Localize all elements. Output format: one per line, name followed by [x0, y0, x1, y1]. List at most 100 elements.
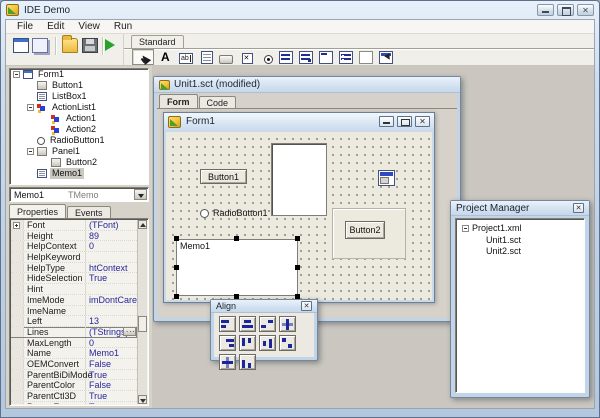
main-titlebar[interactable]: IDE Demo — [1, 1, 599, 19]
property-value[interactable]: 0 — [89, 241, 94, 252]
property-value[interactable]: Memo1 — [89, 348, 119, 359]
property-value[interactable]: htContext — [89, 263, 128, 274]
combo-dropdown-icon[interactable] — [134, 189, 147, 200]
palette-tool[interactable] — [178, 49, 194, 65]
property-value[interactable]: True — [89, 402, 107, 404]
project-tree-item[interactable]: Unit1.sct — [458, 235, 584, 247]
palette-tool[interactable] — [278, 49, 294, 65]
align-button[interactable] — [219, 316, 236, 332]
tree-item[interactable]: ListBox1 — [10, 91, 148, 102]
selection-handle[interactable] — [174, 236, 179, 241]
property-row[interactable]: Lines (TStrings) — [11, 327, 137, 338]
property-row[interactable]: HelpContext 0 — [11, 241, 137, 252]
view-forms-icon[interactable] — [32, 38, 48, 53]
align-button[interactable] — [279, 335, 296, 351]
menu-item[interactable]: View — [71, 20, 107, 33]
align-button[interactable] — [239, 335, 256, 351]
property-value[interactable]: False — [89, 380, 111, 391]
property-grid-scrollbar[interactable] — [137, 220, 147, 404]
designed-memo1[interactable]: Memo1 — [176, 239, 298, 296]
palette-tool[interactable] — [238, 49, 254, 65]
property-row[interactable]: Font (TFont) — [11, 220, 137, 231]
palette-tool[interactable] — [218, 49, 234, 65]
selection-handle[interactable] — [295, 236, 300, 241]
project-expander-icon[interactable] — [462, 225, 469, 232]
property-value[interactable]: (TFont) — [89, 220, 119, 231]
unit-tab[interactable]: Form — [159, 94, 198, 109]
align-button[interactable] — [239, 316, 256, 332]
property-row[interactable]: Name Memo1 — [11, 348, 137, 359]
property-value[interactable]: True — [89, 370, 107, 381]
project-manager-close-icon[interactable] — [573, 203, 584, 213]
tree-item[interactable]: Form1 — [10, 69, 148, 80]
property-expand-icon[interactable] — [13, 222, 20, 229]
property-row[interactable]: ImeMode imDontCare — [11, 295, 137, 306]
property-value[interactable]: False — [89, 359, 111, 370]
palette-tab-standard[interactable]: Standard — [131, 35, 184, 49]
form-titlebar[interactable]: Form1 — [164, 113, 434, 130]
palette-tool[interactable] — [338, 49, 354, 65]
menu-item[interactable]: File — [10, 20, 40, 33]
project-tree-item[interactable]: Project1.xml — [458, 223, 584, 235]
property-row[interactable]: OEMConvert False — [11, 359, 137, 370]
property-row[interactable]: ParentColor False — [11, 380, 137, 391]
new-form-icon[interactable] — [13, 38, 29, 53]
tree-item[interactable]: Button1 — [10, 80, 148, 91]
palette-tool[interactable] — [158, 49, 174, 65]
tree-item[interactable]: ActionList1 — [10, 102, 148, 113]
save-icon[interactable] — [82, 38, 98, 53]
project-manager-titlebar[interactable]: Project Manager — [451, 201, 589, 216]
selection-handle[interactable] — [174, 265, 179, 270]
property-row[interactable]: ParentFont True — [11, 402, 137, 404]
designed-radiobutton1[interactable]: RadioButton1 — [200, 208, 268, 218]
selection-handle[interactable] — [234, 236, 239, 241]
form-maximize-button[interactable] — [397, 116, 412, 127]
property-ellipsis-button[interactable] — [123, 327, 136, 336]
palette-tool[interactable] — [358, 49, 374, 65]
align-button[interactable] — [259, 316, 276, 332]
property-row[interactable]: ImeName — [11, 306, 137, 317]
form-design-surface[interactable]: Button1 RadioButton1 Button2 — [166, 132, 432, 300]
selection-handle[interactable] — [295, 265, 300, 270]
property-value[interactable]: 0 — [89, 338, 94, 349]
tree-item[interactable]: Panel1 — [10, 146, 148, 157]
property-value[interactable]: True — [89, 391, 107, 402]
minimize-button[interactable] — [537, 4, 554, 16]
property-row[interactable]: HelpKeyword — [11, 252, 137, 263]
property-row[interactable]: Height 89 — [11, 231, 137, 242]
property-value[interactable]: 13 — [89, 316, 99, 327]
tree-expander-icon[interactable] — [27, 148, 34, 155]
form-minimize-button[interactable] — [379, 116, 394, 127]
align-button[interactable] — [219, 354, 236, 370]
palette-tool[interactable] — [298, 49, 314, 65]
property-row[interactable]: HelpType htContext — [11, 263, 137, 274]
designed-button2[interactable]: Button2 — [345, 221, 385, 239]
property-row[interactable]: Hint — [11, 284, 137, 295]
menu-item[interactable]: Run — [107, 20, 139, 33]
open-folder-icon[interactable] — [62, 38, 78, 53]
property-value[interactable]: 89 — [89, 231, 99, 242]
palette-tool[interactable] — [198, 49, 214, 65]
component-selector-combo[interactable]: Memo1 TMemo — [9, 187, 149, 202]
align-button[interactable] — [239, 354, 256, 370]
tree-item[interactable]: Action2 — [10, 124, 148, 135]
close-button[interactable] — [577, 4, 594, 16]
align-titlebar[interactable]: Align — [211, 300, 317, 313]
align-button[interactable] — [259, 335, 276, 351]
property-row[interactable]: ParentCtl3D True — [11, 391, 137, 402]
scroll-down-icon[interactable] — [138, 395, 147, 404]
property-row[interactable]: ParentBiDiMode True — [11, 370, 137, 381]
run-icon[interactable] — [105, 39, 115, 51]
property-value[interactable]: imDontCare — [89, 295, 137, 306]
tree-item[interactable]: Action1 — [10, 113, 148, 124]
palette-tool[interactable] — [258, 49, 274, 65]
palette-tool[interactable] — [378, 49, 394, 65]
tree-item[interactable]: Button2 — [10, 157, 148, 168]
align-button[interactable] — [279, 316, 296, 332]
designed-button1[interactable]: Button1 — [200, 169, 247, 184]
form-close-button[interactable] — [415, 116, 430, 127]
scroll-up-icon[interactable] — [138, 220, 147, 229]
designed-listbox1[interactable] — [271, 143, 327, 216]
designed-panel1[interactable]: Button2 — [332, 208, 406, 259]
tree-item[interactable]: RadioButton1 — [10, 135, 148, 146]
